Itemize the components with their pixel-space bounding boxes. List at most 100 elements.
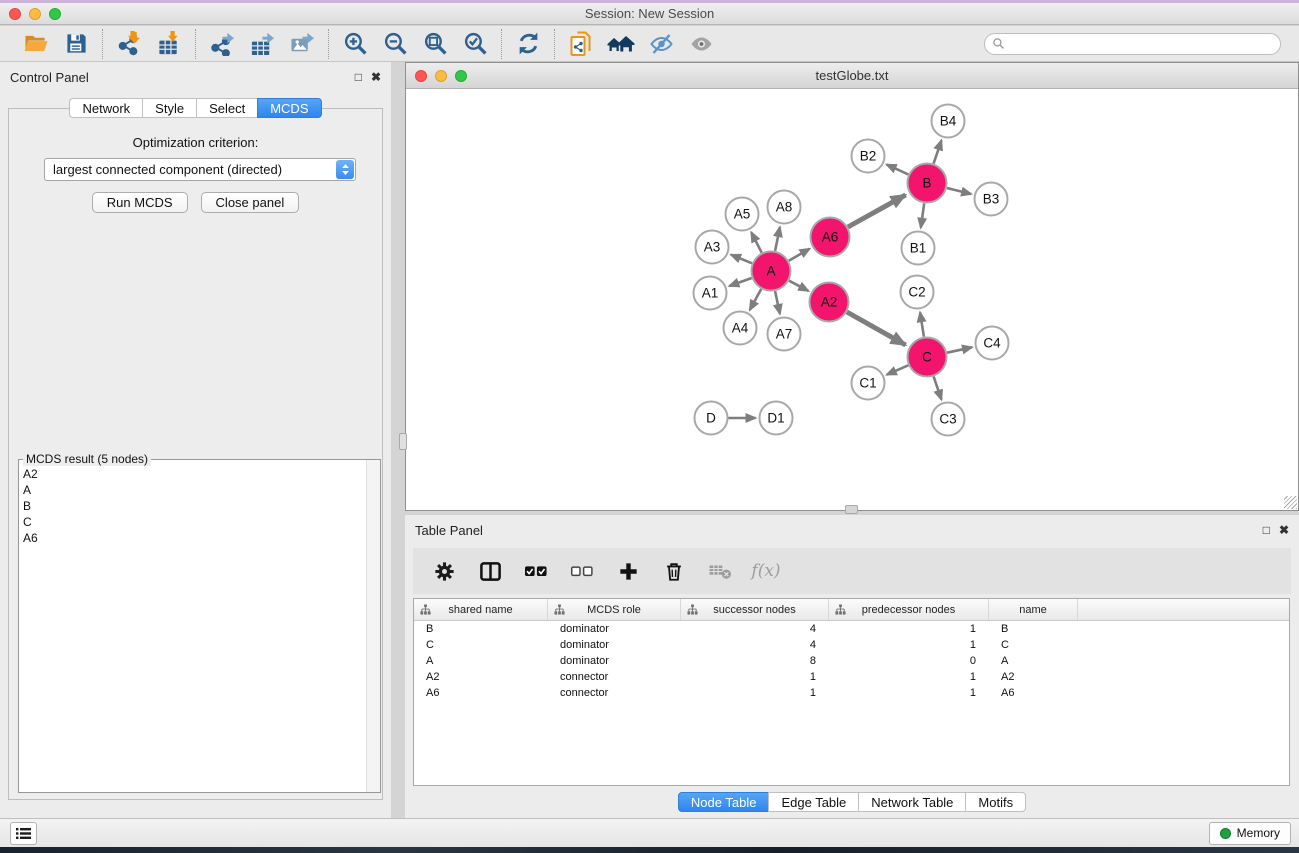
mcds-result-item[interactable]: A6 [19,530,380,546]
edge-C-C2[interactable] [920,312,924,336]
table-cell[interactable]: B [989,623,1078,635]
show-graphics-details-button[interactable] [684,29,718,59]
open-session-button[interactable] [19,29,53,59]
close-panel-icon[interactable]: ✖ [371,71,381,83]
edge-B-B1[interactable] [921,203,924,227]
table-cell[interactable]: B [414,623,548,635]
table-cell[interactable]: dominator [548,639,681,651]
table-cell[interactable]: 1 [829,639,989,651]
table-cell[interactable]: 1 [829,623,989,635]
table-cell[interactable]: 1 [681,671,829,683]
close-panel-button[interactable]: Close panel [201,192,300,213]
network-from-selection-button[interactable] [564,29,598,59]
import-network-button[interactable] [112,29,146,59]
save-session-button[interactable] [59,29,93,59]
node-D[interactable]: D [695,402,728,435]
search-input[interactable] [1005,35,1280,53]
table-cell[interactable]: dominator [548,623,681,635]
tab-motifs[interactable]: Motifs [965,792,1026,812]
tab-style[interactable]: Style [142,98,197,118]
zoom-fit-button[interactable] [418,29,452,59]
table-cell[interactable]: A [989,655,1078,667]
node-C4[interactable]: C4 [976,327,1009,360]
edge-A-A3[interactable] [731,255,752,264]
table-cell[interactable]: A6 [989,687,1078,699]
edge-B-B2[interactable] [887,165,909,175]
edge-A-A8[interactable] [775,227,780,251]
table-cell[interactable]: dominator [548,655,681,667]
edge-A-A6[interactable] [789,249,810,261]
export-image-button[interactable] [285,29,319,59]
node-C[interactable]: C [908,338,947,377]
table-row[interactable]: Adominator80A [414,653,1289,669]
node-B1[interactable]: B1 [902,232,935,265]
home-view-button[interactable] [604,29,638,59]
memory-button[interactable]: Memory [1209,822,1291,845]
run-mcds-button[interactable]: Run MCDS [92,192,188,213]
column-header-predecessor-nodes[interactable]: predecessor nodes [829,599,989,620]
table-settings-button[interactable] [425,553,463,589]
mcds-result-item[interactable]: C [19,514,380,530]
export-table-button[interactable] [245,29,279,59]
split-view-button[interactable] [471,553,509,589]
node-B[interactable]: B [908,164,947,203]
mcds-result-scrollbar[interactable] [366,460,380,792]
node-A2[interactable]: A2 [810,283,849,322]
edge-C-C4[interactable] [947,347,972,352]
node-A7[interactable]: A7 [768,318,801,351]
node-B2[interactable]: B2 [852,140,885,173]
select-all-button[interactable] [517,553,555,589]
node-A1[interactable]: A1 [694,277,727,310]
table-cell[interactable]: 0 [829,655,989,667]
tab-mcds[interactable]: MCDS [257,98,321,118]
table-cell[interactable]: 8 [681,655,829,667]
table-row[interactable]: Bdominator41B [414,621,1289,637]
delete-column-button[interactable] [655,553,693,589]
node-C3[interactable]: C3 [932,403,965,436]
edge-A2-C[interactable] [847,312,906,345]
column-header-shared-name[interactable]: shared name [414,599,548,620]
node-C1[interactable]: C1 [852,367,885,400]
node-B3[interactable]: B3 [975,183,1008,216]
edge-A-A4[interactable] [750,289,761,310]
edge-A-A1[interactable] [729,278,751,286]
column-header-successor-nodes[interactable]: successor nodes [681,599,829,620]
mcds-result-item[interactable]: B [19,498,380,514]
table-row[interactable]: Cdominator41C [414,637,1289,653]
table-cell[interactable]: A2 [414,671,548,683]
column-header-name[interactable]: name [989,599,1078,620]
node-A5[interactable]: A5 [726,198,759,231]
close-table-panel-icon[interactable]: ✖ [1279,524,1289,536]
table-cell[interactable]: C [989,639,1078,651]
column-header-MCDS-role[interactable]: MCDS role [548,599,681,620]
tab-network[interactable]: Network [69,98,143,118]
tab-node-table[interactable]: Node Table [678,792,770,812]
table-cell[interactable]: A6 [414,687,548,699]
edge-C-C3[interactable] [934,376,942,399]
mcds-result-item[interactable]: A [19,482,380,498]
import-table-button[interactable] [152,29,186,59]
zoom-selected-button[interactable] [458,29,492,59]
node-D1[interactable]: D1 [760,402,793,435]
node-A4[interactable]: A4 [724,312,757,345]
node-C2[interactable]: C2 [901,276,934,309]
criterion-dropdown[interactable]: largest connected component (directed) [44,158,356,181]
table-cell[interactable]: connector [548,687,681,699]
deselect-all-button[interactable] [563,553,601,589]
edge-B-B4[interactable] [934,140,942,163]
tab-edge-table[interactable]: Edge Table [768,792,859,812]
edge-A-A7[interactable] [775,291,780,314]
node-B4[interactable]: B4 [932,105,965,138]
table-cell[interactable]: A2 [989,671,1078,683]
table-cell[interactable]: 1 [829,687,989,699]
table-row[interactable]: A6connector11A6 [414,685,1289,701]
node-A6[interactable]: A6 [811,218,850,257]
edge-C-C1[interactable] [887,365,908,374]
network-window-titlebar[interactable]: testGlobe.txt [406,63,1298,89]
table-cell[interactable]: C [414,639,548,651]
mcds-result-item[interactable]: A2 [19,466,380,482]
edge-A-A2[interactable] [789,281,808,291]
table-cell[interactable]: 4 [681,639,829,651]
horizontal-split-grip[interactable] [845,505,858,514]
mcds-result-list[interactable]: A2ABCA6 [19,460,380,792]
